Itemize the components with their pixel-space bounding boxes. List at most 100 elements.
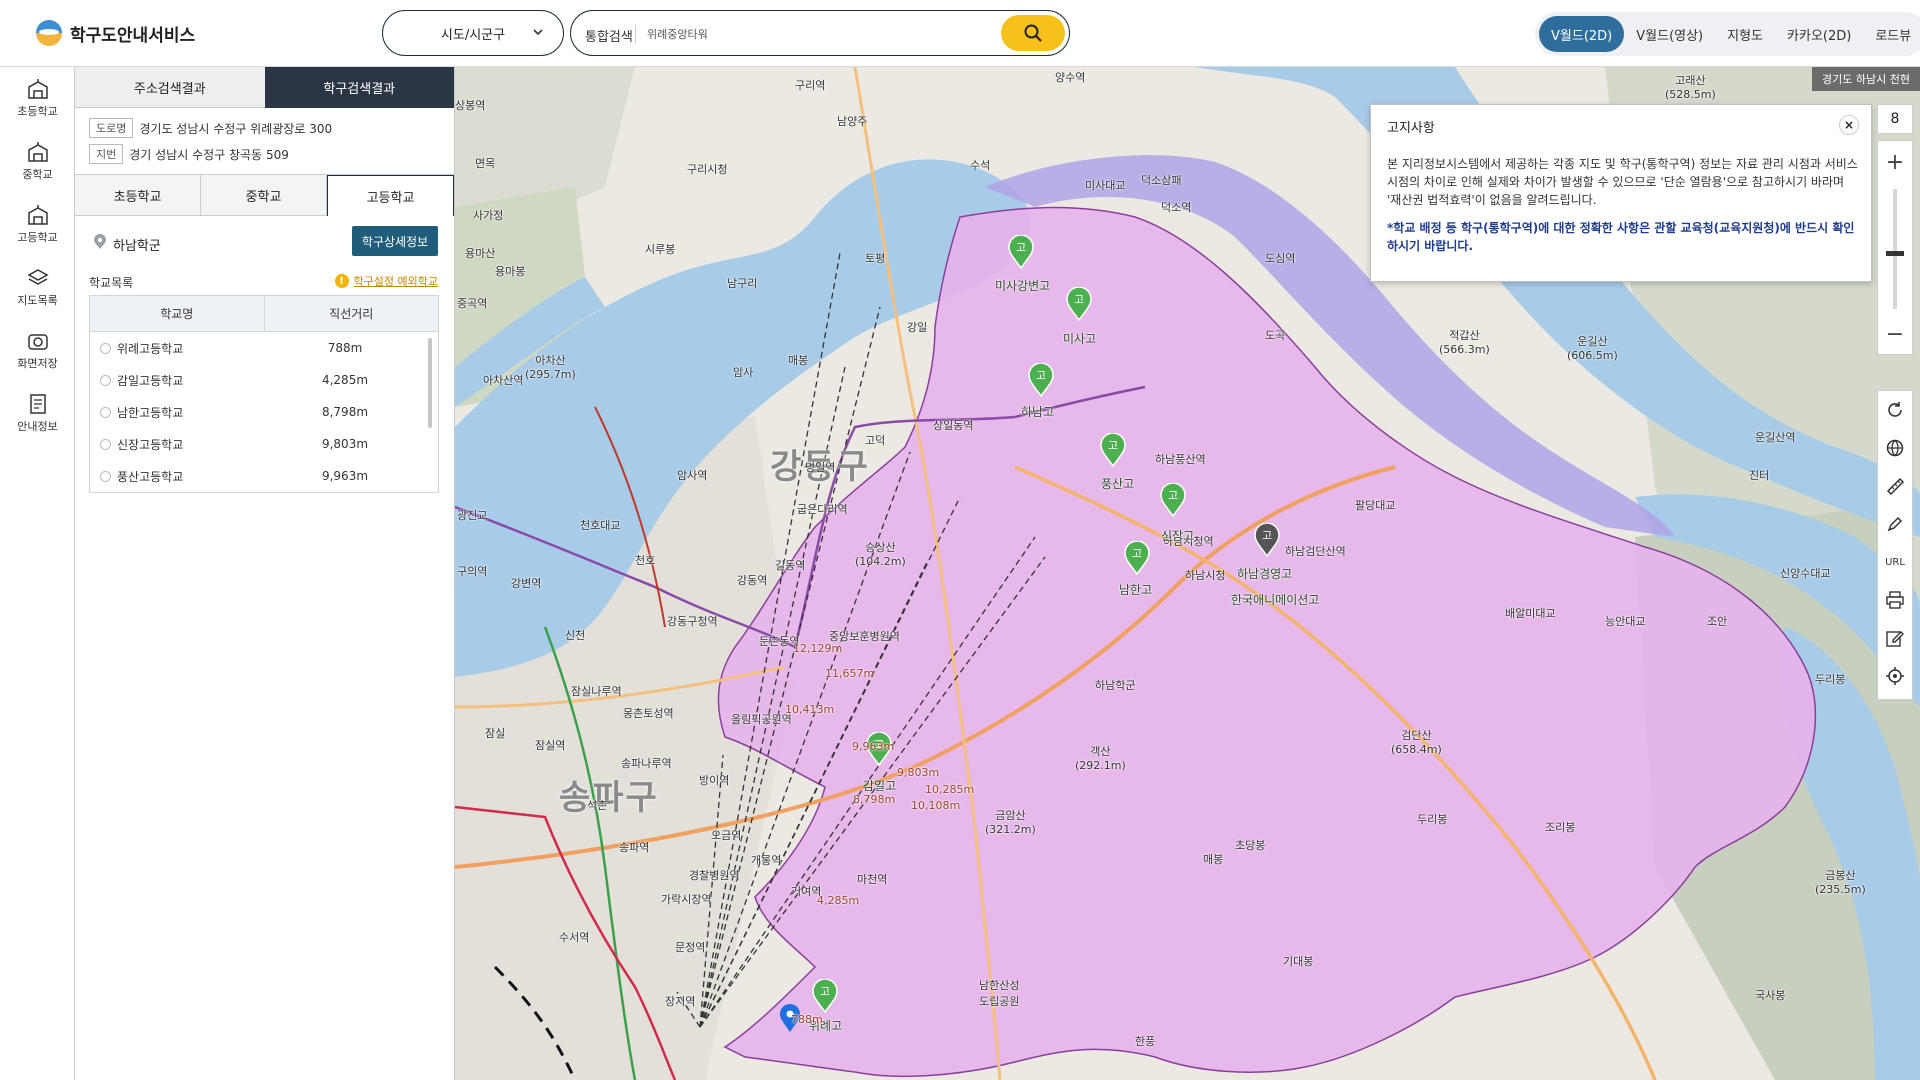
svg-text:고: 고 [1074, 293, 1084, 306]
distance-label: 8,798m [853, 793, 896, 806]
nav-high[interactable]: 고등학교 [0, 193, 75, 256]
school-label[interactable]: 한국애니메이션고 [1231, 591, 1319, 608]
zoom-in-button[interactable]: + [1878, 145, 1912, 179]
close-button[interactable]: × [1839, 115, 1859, 135]
print-icon [1886, 591, 1904, 609]
print-button[interactable] [1878, 581, 1912, 619]
map-place-label: 암사역 [677, 469, 708, 482]
map-place-label: 검단산 (658.4m) [1391, 729, 1442, 756]
url-button[interactable]: URL [1878, 543, 1912, 581]
map-place-label: 하남학군 [1095, 679, 1136, 692]
radio-button[interactable] [100, 470, 111, 482]
edit-icon [1886, 631, 1904, 647]
radio-button[interactable] [100, 438, 111, 450]
school-label[interactable]: 미사고 [1063, 330, 1096, 347]
measure-button[interactable] [1878, 467, 1912, 505]
school-label[interactable]: 하남고 [1021, 403, 1054, 420]
table-row[interactable]: 감일고등학교 4,285m [90, 364, 438, 396]
search-type-label[interactable]: 통합검색 [585, 26, 633, 45]
map-place-label: 기대봉 [1283, 955, 1314, 968]
tab-address-result[interactable]: 주소검색결과 [75, 67, 265, 108]
school-marker-icon[interactable]: 고 [1159, 483, 1187, 517]
map-place-label: 상봉역 [455, 99, 486, 112]
table-row[interactable]: 신장고등학교 9,803m [90, 428, 438, 460]
edit-button[interactable] [1878, 619, 1912, 657]
district-row: 하남학군 학구상세정보 [75, 216, 454, 266]
exception-school-link-text: 학구설정 예외학교 [353, 275, 438, 288]
zoom-handle[interactable] [1886, 251, 1904, 256]
school-marker-icon[interactable]: 고 [1027, 363, 1055, 397]
school-name-cell: 풍산고등학교 [90, 468, 265, 485]
school-marker-icon[interactable]: 고 [1123, 541, 1151, 575]
svg-text:고: 고 [1016, 241, 1026, 254]
map-place-label: 구리시청 [687, 163, 728, 176]
nav-elementary[interactable]: 초등학교 [0, 67, 75, 130]
table-row[interactable]: 위례고등학교 788m [90, 332, 438, 364]
table-header: 학교명 직선거리 [90, 296, 438, 332]
tab-kakao-2d[interactable]: 카카오(2D) [1775, 16, 1863, 52]
search-box: 통합검색 [570, 10, 1070, 56]
tab-terrain[interactable]: 지형도 [1715, 16, 1775, 52]
table-row[interactable]: 풍산고등학교 9,963m [90, 460, 438, 492]
refresh-button[interactable] [1878, 391, 1912, 429]
radio-button[interactable] [100, 374, 111, 386]
nav-map-list[interactable]: 지도목록 [0, 256, 75, 319]
school-marker-icon[interactable]: 고 [1099, 433, 1127, 467]
map-place-label: 조안 [1707, 615, 1728, 628]
school-marker-icon[interactable]: 고 [1253, 523, 1281, 557]
search-button[interactable] [1001, 15, 1065, 51]
map-place-label: 강동구청역 [667, 615, 718, 628]
map-place-label: 미사대교 [1085, 179, 1126, 192]
school-label[interactable]: 감일고 [863, 777, 896, 794]
nav-screen-save[interactable]: 화면저장 [0, 319, 75, 382]
tab-roadview[interactable]: 로드뷰 [1863, 16, 1920, 52]
document-icon [29, 393, 46, 414]
school-label[interactable]: 남한고 [1119, 581, 1152, 598]
tab-vworld-2d[interactable]: V월드(2D) [1539, 16, 1625, 52]
school-label[interactable]: 풍산고 [1101, 475, 1134, 492]
school-label[interactable]: 미사강변고 [995, 277, 1050, 294]
school-marker-icon[interactable]: 고 [1007, 235, 1035, 269]
school-marker-icon[interactable]: 고 [811, 979, 839, 1013]
table-row[interactable]: 남한고등학교 8,798m [90, 396, 438, 428]
globe-button[interactable] [1878, 429, 1912, 467]
my-location-button[interactable] [1878, 657, 1912, 695]
distance-label: 4,285m [817, 894, 860, 907]
map-place-label: 구리역 [795, 79, 826, 92]
distance-label: 788m [791, 1013, 823, 1026]
region-select[interactable]: 시도/시군구 [382, 10, 564, 56]
road-address-row: 도로명 경기도 성남시 수정구 위례광장로 300 [89, 118, 440, 138]
nav-guide[interactable]: 안내정보 [0, 382, 75, 445]
tab-elementary[interactable]: 초등학교 [75, 175, 201, 216]
tab-middle[interactable]: 중학교 [201, 175, 327, 216]
school-label[interactable]: 하남경영고 [1237, 565, 1292, 582]
search-input[interactable] [647, 23, 967, 45]
refresh-icon [1888, 402, 1902, 417]
crosshair-icon [1886, 667, 1904, 685]
exception-school-link[interactable]: ! 학구설정 예외학교 [334, 273, 438, 289]
tab-district-result[interactable]: 학구검색결과 [264, 67, 454, 108]
table-scrollbar[interactable] [428, 338, 432, 428]
school-name-cell: 남한고등학교 [90, 404, 265, 421]
school-marker-icon[interactable]: 고 [1065, 287, 1093, 321]
school-label[interactable]: 신장고 [1161, 527, 1194, 544]
column-header-distance: 직선거리 [329, 307, 374, 321]
building-icon [27, 141, 48, 162]
distance-label: 9,803m [897, 766, 940, 779]
district-detail-button[interactable]: 학구상세정보 [352, 226, 438, 256]
chevron-down-icon [533, 29, 543, 36]
radio-button[interactable] [100, 406, 111, 418]
nav-middle[interactable]: 중학교 [0, 130, 75, 193]
tab-vworld-image[interactable]: V월드(영상) [1624, 16, 1715, 52]
logo[interactable]: 학구도안내서비스 [36, 20, 195, 46]
nav-label: 중학교 [22, 167, 53, 181]
radio-button[interactable] [100, 342, 111, 354]
school-name: 감일고등학교 [117, 373, 184, 388]
zoom-track[interactable] [1893, 189, 1897, 309]
draw-button[interactable] [1878, 505, 1912, 543]
tab-high[interactable]: 고등학교 [327, 175, 454, 216]
zoom-out-button[interactable]: − [1878, 317, 1912, 351]
map-place-label: 고덕 [865, 434, 886, 447]
map-tools: URL [1877, 390, 1913, 700]
lot-address: 경기 성남시 수정구 창곡동 509 [129, 147, 289, 162]
